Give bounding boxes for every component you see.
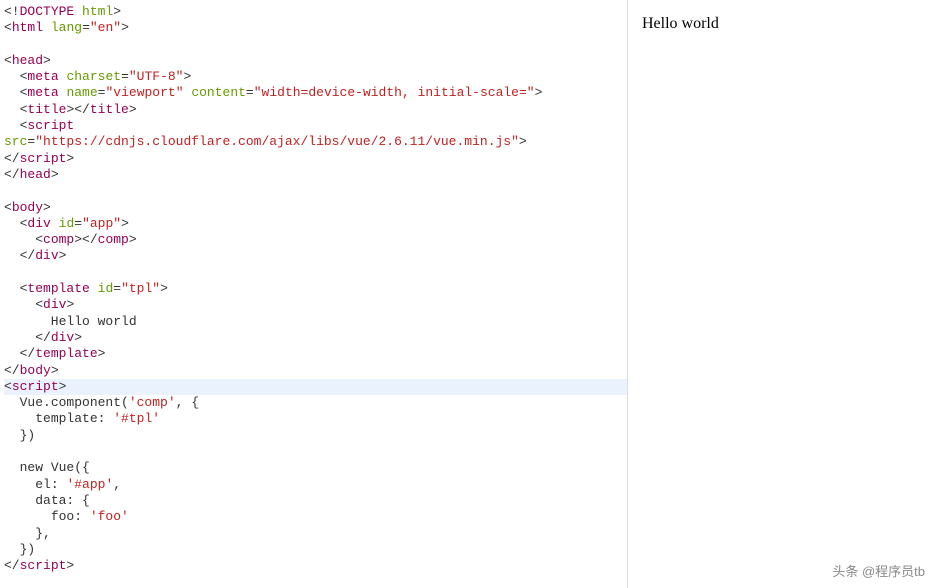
code-line[interactable]: <body> (4, 200, 627, 216)
code-line[interactable]: </div> (4, 330, 627, 346)
code-line[interactable]: }) (4, 428, 627, 444)
code-line[interactable]: new Vue({ (4, 460, 627, 476)
code-line[interactable]: <script> (4, 379, 627, 395)
code-line[interactable]: data: { (4, 493, 627, 509)
code-editor-pane[interactable]: <!DOCTYPE html><html lang="en"> <head> <… (0, 0, 628, 588)
code-line[interactable]: Vue.component('comp', { (4, 395, 627, 411)
code-line[interactable]: <div id="app"> (4, 216, 627, 232)
code-line[interactable]: Hello world (4, 314, 627, 330)
code-line[interactable]: }, (4, 526, 627, 542)
code-line[interactable]: <comp></comp> (4, 232, 627, 248)
code-line[interactable]: </div> (4, 248, 627, 264)
code-line[interactable]: </body> (4, 363, 627, 379)
code-line[interactable]: <!DOCTYPE html> (4, 4, 627, 20)
code-line[interactable]: <html lang="en"> (4, 20, 627, 36)
code-line[interactable]: <template id="tpl"> (4, 281, 627, 297)
code-line[interactable]: </script> (4, 151, 627, 167)
code-line[interactable]: el: '#app', (4, 477, 627, 493)
code-line[interactable]: <script (4, 118, 627, 134)
code-line[interactable]: src="https://cdnjs.cloudflare.com/ajax/l… (4, 134, 627, 150)
code-line[interactable] (4, 444, 627, 460)
code-line[interactable] (4, 37, 627, 53)
code-content[interactable]: <!DOCTYPE html><html lang="en"> <head> <… (0, 0, 627, 574)
code-line[interactable]: }) (4, 542, 627, 558)
code-line[interactable]: <title></title> (4, 102, 627, 118)
code-line[interactable]: </script> (4, 558, 627, 574)
code-line[interactable]: foo: 'foo' (4, 509, 627, 525)
code-line[interactable]: <meta charset="UTF-8"> (4, 69, 627, 85)
code-line[interactable]: </head> (4, 167, 627, 183)
code-line[interactable] (4, 265, 627, 281)
preview-output: Hello world (642, 16, 929, 32)
code-line[interactable]: template: '#tpl' (4, 411, 627, 427)
watermark-text: 头条 @程序员tb (832, 564, 925, 580)
code-line[interactable]: </template> (4, 346, 627, 362)
code-line[interactable]: <div> (4, 297, 627, 313)
code-line[interactable] (4, 183, 627, 199)
code-line[interactable]: <meta name="viewport" content="width=dev… (4, 85, 627, 101)
code-line[interactable]: <head> (4, 53, 627, 69)
preview-pane: Hello world (628, 0, 941, 588)
